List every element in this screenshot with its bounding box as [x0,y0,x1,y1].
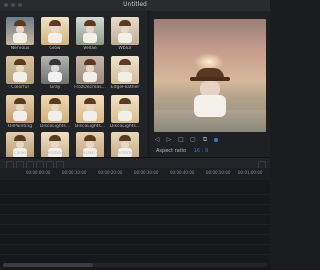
effect-label: CassBTicl [79,151,101,156]
snapshot-icon[interactable]: ⧉ [202,137,208,143]
effect-thumbnail[interactable] [76,95,104,123]
timeline-tick: 00:00:40:00 [170,170,195,175]
timeline-tracks[interactable] [0,180,270,270]
effect-thumbnail[interactable] [6,17,34,45]
timeline-track[interactable] [0,196,270,205]
timeline-tick: 00:00:00:00 [26,170,51,175]
effect-label: Cases [13,151,27,156]
playback-controls: ◁ ▷ □ ▢ ⧉ [154,135,266,145]
timeline-tick: 00:01:00:00 [238,170,263,175]
timeline-tick: 00:00:50:00 [206,170,231,175]
timeline-track[interactable] [0,186,270,195]
timeline-tick: 00:00:30:00 [134,170,159,175]
aspect-ratio: Aspect ratio 16 : 9 [156,148,208,154]
effect-thumbnail[interactable] [76,56,104,84]
effect-thumbnail[interactable] [111,17,139,45]
effect-label: Vellae [83,46,97,51]
aspect-ratio-label: Aspect ratio [156,148,187,154]
timeline-track[interactable] [0,226,270,235]
volume-dot-icon[interactable] [214,138,218,142]
effect-label: Gray [49,85,61,90]
timeline-tick: 00:00:10:00 [62,170,87,175]
fullscreen-icon[interactable]: ▢ [190,137,196,143]
effect-label: OilPainting [7,124,33,129]
effect-thumbnail[interactable] [76,17,104,45]
effect-label: EdgeFeather [110,85,140,90]
timeline-tick: 00:00:20:00 [98,170,123,175]
scrollbar-thumb[interactable] [3,263,93,267]
video-preview[interactable] [154,19,266,132]
preview-panel: ◁ ▷ □ ▢ ⧉ Aspect ratio 16 : 9 [150,11,270,157]
effect-thumbnail[interactable] [6,56,34,84]
effect-thumbnail[interactable] [41,56,69,84]
effect-label: Nervous [10,46,30,51]
effect-label: Glow [49,46,61,51]
timeline-ruler: 00:00:00:00 00:00:10:00 00:00:20:00 00:0… [0,168,270,180]
effect-label: DiscoLights... [74,124,106,129]
timeline-track[interactable] [0,216,270,225]
effect-label: DiscoLights... [109,124,141,129]
effect-label: Chessboard [41,151,69,156]
effect-label: FrozDecreas... [74,85,106,90]
subject-body [194,95,226,117]
effects-library-panel: Nervous Glow Vellae Wblur Colorful Gray … [0,11,147,160]
effect-thumbnail[interactable] [6,95,34,123]
window-title: Untitled [123,1,147,8]
effect-label: Colorful [11,85,29,90]
skip-back-icon[interactable]: ◁ [154,137,160,143]
timeline-track[interactable] [0,246,270,255]
effect-label: Wblur [118,46,132,51]
timeline-track[interactable] [0,236,270,245]
effect-thumbnail[interactable] [41,95,69,123]
play-icon[interactable]: ▷ [166,137,172,143]
timeline-scrollbar[interactable] [3,263,267,267]
timeline-track[interactable] [0,206,270,215]
aspect-ratio-value[interactable]: 16 : 9 [194,148,208,154]
effect-label: Distorbe [115,151,135,156]
stop-icon[interactable]: □ [178,137,184,143]
effect-label: DiscoLights... [39,124,71,129]
effect-thumbnail[interactable] [111,56,139,84]
effect-thumbnail[interactable] [41,17,69,45]
effect-thumbnail[interactable] [111,95,139,123]
